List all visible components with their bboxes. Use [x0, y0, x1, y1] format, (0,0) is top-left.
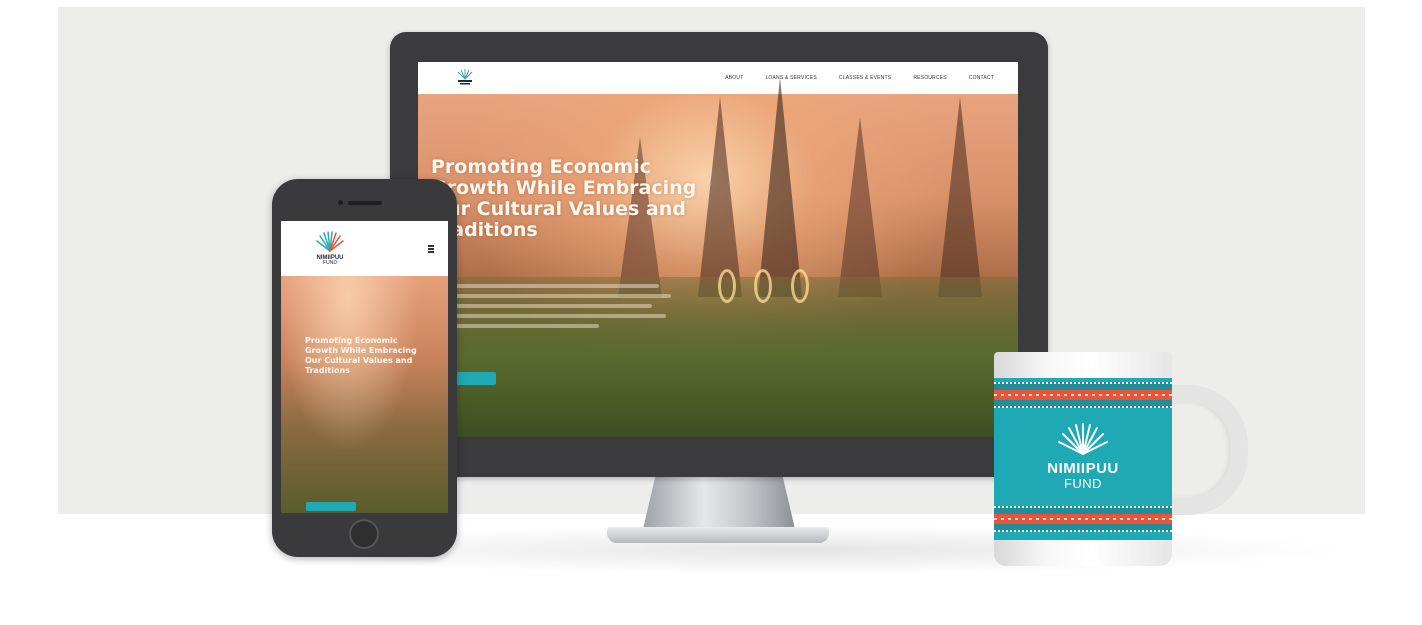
hero-cta-button[interactable] — [456, 372, 496, 385]
monitor-stand-base — [607, 527, 829, 543]
hamburger-menu-icon[interactable] — [428, 245, 434, 253]
hero-title: Promoting Economic Growth While Embracin… — [431, 156, 697, 241]
speaker-grille — [348, 201, 382, 205]
product-mockup-scene: ABOUT LOANS & SERVICES CLASSES & EVENTS … — [0, 0, 1422, 625]
tree-silhouette — [938, 97, 982, 297]
home-button[interactable] — [349, 519, 379, 549]
nav-link-contact[interactable]: CONTACT — [969, 75, 994, 81]
hero-blurb-placeholder — [431, 284, 671, 344]
nimiipuu-logo-icon[interactable] — [454, 68, 476, 88]
smartphone: NIMIIPUU FUND Promoting Economic Growth … — [272, 179, 457, 557]
nav-link-resources[interactable]: RESOURCES — [913, 75, 946, 81]
mug-pattern-band-bottom — [994, 506, 1172, 532]
nimiipuu-logo-icon — [1058, 423, 1108, 455]
phone-site-header: NIMIIPUU FUND — [281, 221, 448, 276]
logo-subtext: FUND — [323, 260, 337, 266]
site-navbar: ABOUT LOANS & SERVICES CLASSES & EVENTS … — [418, 62, 1018, 94]
hero-banner: Promoting Economic Growth While Embracin… — [418, 77, 1018, 437]
flower-glow — [718, 269, 736, 303]
nimiipuu-logo-icon — [316, 231, 344, 252]
mug-pattern-band-top — [994, 382, 1172, 408]
mug-brand-name: NIMIIPUU — [1047, 460, 1119, 477]
nav-link-about[interactable]: ABOUT — [725, 75, 743, 81]
nav-link-classes-events[interactable]: CLASSES & EVENTS — [839, 75, 891, 81]
phone-hero-banner: Promoting Economic Growth While Embracin… — [281, 276, 448, 513]
desktop-monitor: ABOUT LOANS & SERVICES CLASSES & EVENTS … — [390, 32, 1048, 477]
mug-brand-sub: FUND — [1063, 476, 1103, 491]
camera-icon — [338, 200, 343, 205]
tree-silhouette — [758, 77, 802, 297]
flower-glow — [791, 269, 809, 303]
monitor-stand-neck — [643, 477, 795, 529]
branded-mug: NIMIIPUU FUND — [994, 352, 1172, 566]
monitor-screen: ABOUT LOANS & SERVICES CLASSES & EVENTS … — [418, 62, 1018, 437]
phone-logo[interactable]: NIMIIPUU FUND — [307, 229, 353, 267]
phone-cta-button[interactable] — [306, 502, 356, 511]
tree-silhouette — [838, 117, 882, 297]
phone-hero-title: Promoting Economic Growth While Embracin… — [305, 336, 417, 375]
phone-screen: NIMIIPUU FUND Promoting Economic Growth … — [281, 221, 448, 513]
mug-print-wrap: NIMIIPUU FUND — [994, 378, 1172, 540]
flower-glow — [754, 269, 772, 303]
